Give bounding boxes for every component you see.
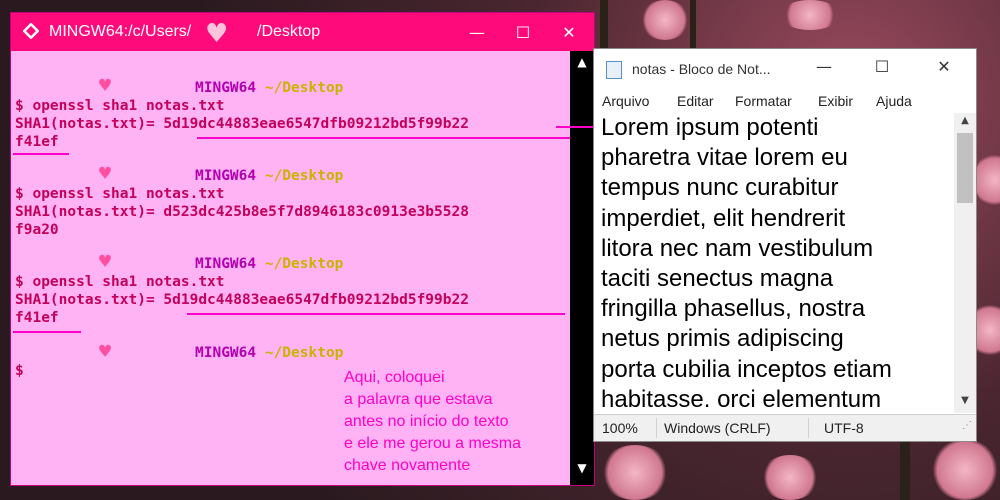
text-editor[interactable]: Lorem ipsum potenti pharetra vitae lorem…: [594, 113, 952, 413]
menu-arquivo[interactable]: Arquivo: [602, 93, 649, 109]
notepad-title: notas - Bloco de Not...: [632, 61, 771, 77]
prompt-line: MINGW64 ~/Desktop: [195, 80, 344, 96]
menu-exibir[interactable]: Exibir: [818, 93, 853, 109]
hash-output-cont: f41ef: [15, 134, 59, 150]
menu-formatar[interactable]: Formatar: [735, 93, 792, 109]
terminal-title: MINGW64:/c/Users/: [49, 23, 192, 40]
notepad-titlebar[interactable]: notas - Bloco de Not... — ☐ ✕: [594, 49, 976, 89]
heart-icon: ♥: [99, 73, 112, 97]
close-button[interactable]: ✕: [924, 57, 964, 81]
status-bar: 100% Windows (CRLF) UTF-8 ⋰: [594, 414, 976, 441]
terminal-title-path: /Desktop: [257, 23, 321, 40]
git-bash-icon: [23, 23, 39, 39]
underline-arrow: [187, 313, 565, 315]
underline-arrow: [197, 137, 597, 139]
prompt-line: MINGW64 ~/Desktop: [195, 256, 344, 272]
line-ending: Windows (CRLF): [664, 420, 771, 436]
terminal-output[interactable]: ♥ MINGW64 ~/Desktop $ openssl sha1 notas…: [11, 51, 597, 485]
annotation-text: Aqui, coloquei a palavra que estava ante…: [344, 369, 521, 474]
terminal-titlebar[interactable]: MINGW64:/c/Users/ ♥ /Desktop — ☐ ✕: [11, 13, 594, 51]
notepad-scrollbar[interactable]: ▲ ▼: [954, 113, 976, 413]
cursor-prompt: $: [15, 363, 24, 379]
hash-output-cont: f41ef: [15, 310, 59, 326]
heart-icon: ♥: [99, 249, 112, 273]
command-line: $ openssl sha1 notas.txt: [15, 274, 225, 290]
menu-bar: Arquivo Editar Formatar Exibir Ajuda: [594, 89, 976, 113]
hash-output: SHA1(notas.txt)= 5d19dc44883eae6547dfb09…: [15, 292, 469, 308]
resize-grip-icon[interactable]: ⋰: [962, 420, 972, 438]
maximize-button[interactable]: ☐: [862, 57, 902, 81]
minimize-button[interactable]: —: [454, 13, 500, 51]
notepad-icon: [606, 61, 622, 79]
menu-editar[interactable]: Editar: [677, 93, 714, 109]
command-line: $ openssl sha1 notas.txt: [15, 98, 225, 114]
background-blossom: [975, 150, 1000, 210]
underline-arrow: [13, 153, 69, 155]
hash-output: SHA1(notas.txt)= d523dc425b8e5f7d8946183…: [15, 204, 469, 220]
background-blossom: [600, 445, 670, 500]
hash-output: SHA1(notas.txt)= 5d19dc44883eae6547dfb09…: [15, 116, 469, 132]
heart-icon: ♥: [205, 19, 229, 49]
scroll-down-icon[interactable]: ▼: [954, 395, 976, 413]
background-blossom: [760, 455, 820, 500]
pointer-arrow: [556, 126, 598, 128]
prompt-line: MINGW64 ~/Desktop: [195, 345, 344, 361]
zoom-level: 100%: [602, 420, 638, 436]
terminal-window[interactable]: MINGW64:/c/Users/ ♥ /Desktop — ☐ ✕ ♥ MIN…: [10, 12, 597, 486]
maximize-button[interactable]: ☐: [500, 13, 546, 51]
background-blossom: [930, 440, 1000, 500]
scroll-down-icon[interactable]: ▼: [570, 461, 594, 481]
background-blossom: [780, 0, 840, 30]
close-button[interactable]: ✕: [546, 13, 592, 51]
heart-icon: ♥: [99, 161, 112, 185]
heart-icon: ♥: [99, 339, 112, 363]
scroll-up-icon[interactable]: ▲: [954, 115, 976, 133]
background-blossom: [640, 0, 690, 40]
scroll-up-icon[interactable]: ▲: [570, 55, 594, 75]
prompt-line: MINGW64 ~/Desktop: [195, 168, 344, 184]
minimize-button[interactable]: —: [804, 57, 844, 81]
scroll-thumb[interactable]: [957, 133, 973, 203]
notepad-window[interactable]: notas - Bloco de Not... — ☐ ✕ Arquivo Ed…: [593, 48, 977, 442]
hash-output-cont: f9a20: [15, 222, 59, 238]
menu-ajuda[interactable]: Ajuda: [876, 93, 912, 109]
encoding: UTF-8: [824, 420, 864, 436]
terminal-scrollbar[interactable]: ▲ ▼: [570, 51, 594, 485]
background-branch: [690, 0, 696, 55]
underline-arrow: [13, 331, 81, 333]
background-branch: [900, 440, 910, 500]
command-line: $ openssl sha1 notas.txt: [15, 186, 225, 202]
